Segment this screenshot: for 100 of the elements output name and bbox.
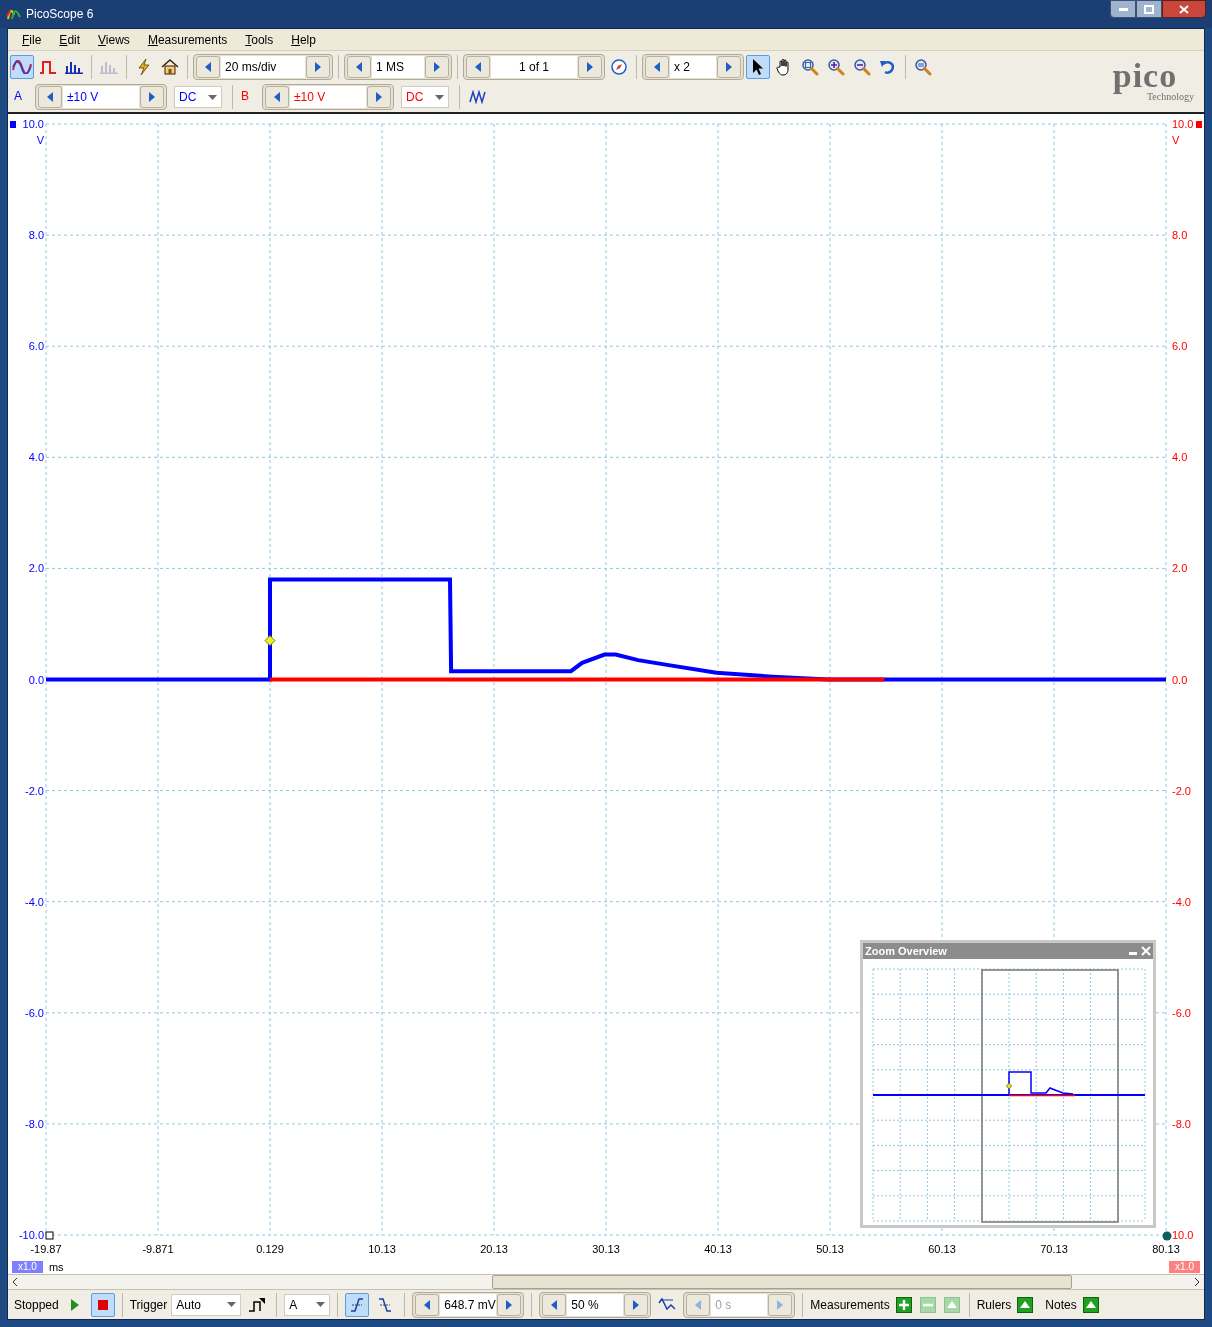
x-axis-label: 40.13: [704, 1243, 732, 1255]
coupling-dropdown[interactable]: DC: [401, 86, 449, 108]
x-axis-label: 70.13: [1040, 1243, 1068, 1255]
y-axis-label: -10.0: [18, 1229, 44, 1241]
y-axis-label: 0.0: [28, 673, 44, 686]
x-unit-label: ms: [48, 1259, 64, 1275]
caret-icon: [316, 1302, 326, 1307]
x-axis-label: 60.13: [928, 1243, 956, 1255]
y-axis-label: 8.0: [28, 229, 44, 242]
tool-button[interactable]: [746, 54, 770, 79]
x-axis-label: 10.13: [368, 1243, 396, 1255]
zoom-in-icon: [827, 57, 845, 76]
caret-icon: [208, 94, 217, 100]
horizontal-scrollbar[interactable]: [8, 1274, 1204, 1290]
stop-button[interactable]: [90, 1292, 115, 1317]
y-axis-label: 4.0: [28, 451, 44, 464]
mode-button[interactable]: [10, 54, 34, 79]
coupling-dropdown[interactable]: DC: [174, 86, 222, 108]
minimize-button[interactable]: [1110, 0, 1136, 18]
zoom-region-icon: [801, 57, 819, 76]
lightning-icon: [137, 57, 151, 76]
y-axis-label: -2.0: [1172, 784, 1191, 797]
x-axis-label: 50.13: [816, 1243, 844, 1255]
app-logo-icon: [6, 7, 22, 21]
y-axis-label: 2.0: [1172, 562, 1188, 575]
rulers-label: Rulers: [976, 1296, 1012, 1314]
y-axis-label: -4.0: [25, 895, 44, 908]
x-axis-label: 30.13: [592, 1243, 620, 1255]
waveform-icon: [469, 90, 487, 104]
bar-spectrum-icon: [65, 59, 83, 74]
y-axis-label: 6.0: [28, 340, 44, 353]
close-icon: [1179, 4, 1189, 14]
rising-edge-button[interactable]: [345, 1292, 370, 1317]
origin-marker-icon[interactable]: [45, 1231, 54, 1240]
y-axis-label: 0.0: [1172, 673, 1188, 686]
caret-icon: [435, 94, 444, 100]
rulers-button[interactable]: [1017, 1296, 1034, 1313]
y-axis-label: 6.0: [1172, 340, 1188, 353]
panel-title: Zoom Overview: [865, 944, 947, 958]
notes-label: Notes: [1045, 1296, 1077, 1314]
minimize-icon: [1118, 7, 1128, 11]
scrollbar-thumb[interactable]: [492, 1275, 1072, 1289]
square-wave-icon: [39, 59, 57, 74]
bar-spectrum-icon: [100, 59, 118, 74]
status-label: Stopped: [14, 1296, 59, 1314]
y-axis-label: 4.0: [1172, 451, 1188, 464]
menu-item[interactable]: Help: [291, 30, 316, 49]
triangle-icon: [1020, 1301, 1031, 1308]
measurement-button[interactable]: [895, 1296, 912, 1313]
logo-tagline: Technology: [1146, 90, 1195, 103]
triangle-icon: [1085, 1301, 1096, 1308]
y-axis-label: 10.0: [1172, 1229, 1194, 1241]
x-axis-label: 80.13: [1152, 1243, 1180, 1255]
notes-button[interactable]: [1082, 1296, 1099, 1313]
caret-icon: [227, 1302, 237, 1307]
y-axis-label: -2.0: [25, 784, 44, 797]
menu-item[interactable]: Measurements: [147, 30, 228, 49]
plus-icon: [898, 1299, 909, 1310]
y-axis-label: 2.0: [28, 562, 44, 575]
channel-button[interactable]: A: [12, 86, 32, 108]
trigger-mode-dropdown[interactable]: Auto: [171, 1293, 242, 1316]
delay-waveform-icon: [658, 1296, 677, 1313]
close-button[interactable]: [1162, 0, 1206, 18]
y-axis-label: -6.0: [1172, 1006, 1191, 1019]
zoom-out-icon: [853, 57, 871, 76]
menu-item[interactable]: Tools: [245, 30, 274, 49]
compass-icon: [611, 58, 627, 75]
menu-item[interactable]: Edit: [59, 30, 81, 49]
falling-edge-icon: [377, 1296, 394, 1313]
trigger-marker-icon[interactable]: [264, 635, 276, 647]
y-axis-label: -4.0: [1172, 895, 1191, 908]
y-axis-label: -8.0: [1172, 1117, 1191, 1130]
unit-label: V: [1172, 134, 1180, 146]
y-axis-label: -6.0: [25, 1006, 44, 1019]
maximize-button[interactable]: [1136, 0, 1162, 18]
triangle-icon: [946, 1301, 957, 1308]
menu-item[interactable]: File: [22, 30, 42, 49]
home-icon: [161, 58, 179, 75]
close-icon[interactable]: [1141, 946, 1151, 956]
y-axis-label: 10.0: [22, 118, 44, 130]
measurements-label: Measurements: [810, 1296, 890, 1314]
rising-edge-icon: [349, 1296, 366, 1313]
y-axis-label: 8.0: [1172, 229, 1188, 242]
y-axis-label: 10.0: [1172, 118, 1194, 130]
play-icon: [70, 1298, 79, 1311]
trigger-label: Trigger: [129, 1296, 168, 1314]
stop-icon: [97, 1299, 108, 1310]
menu-item[interactable]: Views: [98, 30, 130, 49]
pointer-icon: [752, 57, 764, 76]
sine-wave-icon: [12, 59, 32, 74]
zoom-overview-icon: [914, 57, 932, 76]
pulse-edge-icon: [248, 1296, 267, 1313]
unit-label: V: [36, 134, 44, 146]
maximize-icon: [1144, 4, 1154, 14]
x-axis-label: -9.871: [142, 1243, 174, 1255]
origin-marker-icon[interactable]: [1162, 1231, 1172, 1241]
trigger-source-dropdown[interactable]: A: [284, 1293, 331, 1316]
x-axis-label: 20.13: [480, 1243, 508, 1255]
x-axis-label: -19.87: [30, 1243, 62, 1255]
y-axis-label: -8.0: [25, 1117, 44, 1130]
